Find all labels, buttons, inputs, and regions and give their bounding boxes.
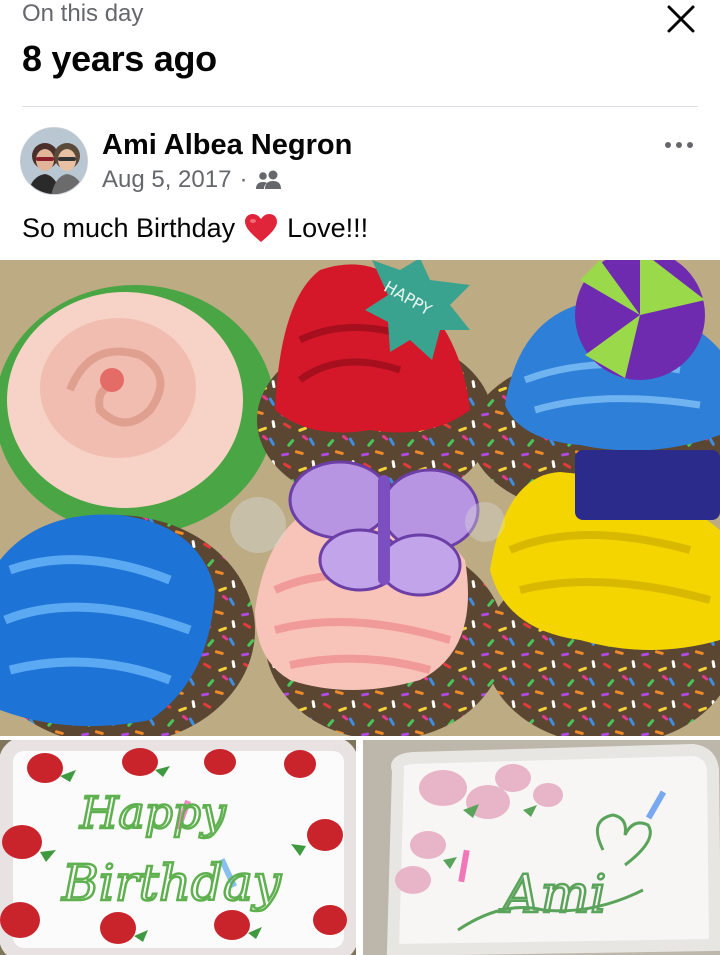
post-header: Ami Albea Negron Aug 5, 2017 · bbox=[0, 120, 720, 200]
post-date[interactable]: Aug 5, 2017 bbox=[102, 165, 231, 195]
meta-separator: · bbox=[239, 166, 248, 193]
post-author[interactable]: Ami Albea Negron bbox=[102, 128, 352, 162]
caption-text-before: So much Birthday bbox=[22, 213, 236, 243]
more-options-button[interactable] bbox=[664, 138, 694, 150]
photo-cupcakes[interactable]: HAPPY bbox=[0, 260, 720, 736]
memory-eyebrow: On this day bbox=[22, 0, 144, 27]
memory-header: On this day 8 years ago bbox=[0, 0, 720, 106]
photo-ami-cake[interactable]: Ami bbox=[363, 740, 720, 955]
friends-icon bbox=[256, 170, 282, 189]
cake-text-happy: Happy bbox=[79, 788, 227, 839]
cake-text-ami: Ami bbox=[499, 865, 607, 925]
memory-title: 8 years ago bbox=[22, 38, 217, 79]
red-heart-emoji bbox=[245, 214, 278, 242]
close-button[interactable] bbox=[664, 2, 698, 36]
avatar[interactable] bbox=[20, 127, 88, 195]
close-icon bbox=[667, 5, 695, 33]
more-horizontal-icon bbox=[665, 142, 693, 148]
post-caption: So much Birthday Love!!! bbox=[22, 210, 368, 246]
photo-birthday-cake[interactable]: Happy Birthday bbox=[0, 740, 356, 955]
caption-text-after: Love!!! bbox=[287, 213, 369, 243]
post-meta: Aug 5, 2017 · bbox=[102, 165, 283, 195]
cake-text-birthday: Birthday bbox=[61, 854, 282, 912]
header-divider bbox=[22, 106, 698, 107]
